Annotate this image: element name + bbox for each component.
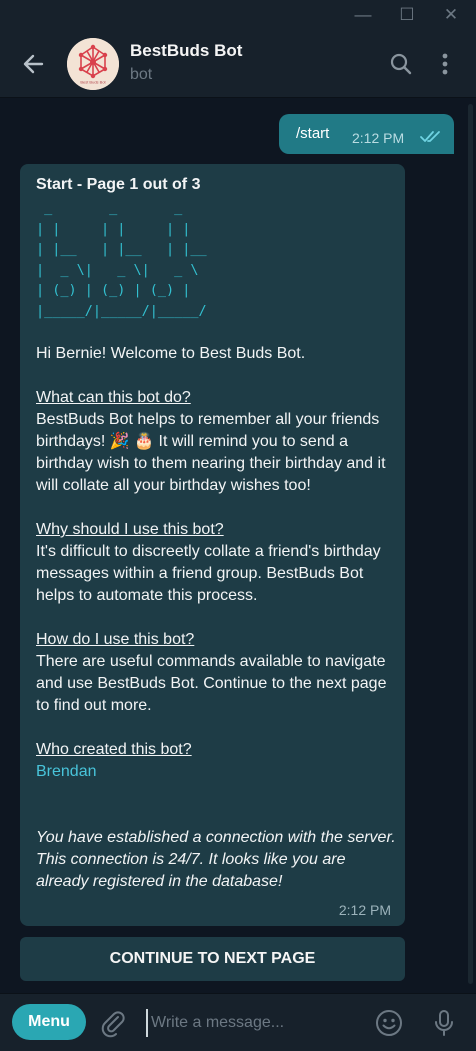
menu-button[interactable]: Menu bbox=[12, 1004, 86, 1040]
message-input-bar: Menu bbox=[0, 993, 476, 1051]
section-heading: How do I use this bot? bbox=[36, 631, 195, 648]
section-heading: Who created this bot? bbox=[36, 741, 192, 758]
outgoing-message[interactable]: /start 2:12 PM bbox=[279, 114, 454, 154]
microphone-icon[interactable] bbox=[429, 1008, 459, 1038]
ascii-art-logo: _ _ _ | | | | | | | |__ | |__ | |__ | _ … bbox=[36, 200, 207, 319]
svg-text:Best Buds Bot: Best Buds Bot bbox=[80, 80, 106, 85]
incoming-message-time: 2:12 PM bbox=[338, 902, 391, 918]
incoming-message[interactable]: Start - Page 1 out of 3 _ _ _ | | | | | … bbox=[20, 164, 405, 926]
window-titlebar: — ☐ ✕ bbox=[0, 0, 476, 31]
search-icon[interactable] bbox=[388, 51, 414, 77]
message-title: Start - Page 1 out of 3 bbox=[36, 176, 201, 193]
outgoing-message-time: 2:12 PM bbox=[352, 130, 405, 146]
double-check-icon bbox=[419, 129, 443, 143]
scrollbar[interactable] bbox=[468, 104, 473, 984]
section-text: BestBuds Bot helps to remember all your … bbox=[36, 411, 386, 494]
greeting-text: Hi Bernie! Welcome to Best Buds Bot. bbox=[36, 345, 306, 362]
bot-logo-icon: Best Buds Bot bbox=[67, 38, 119, 90]
incoming-message-body: Start - Page 1 out of 3 _ _ _ | | | | | … bbox=[36, 174, 396, 893]
back-arrow-icon[interactable] bbox=[18, 49, 50, 79]
close-icon[interactable]: ✕ bbox=[438, 4, 464, 26]
creator-link[interactable]: Brendan bbox=[36, 761, 396, 783]
section-heading: Why should I use this bot? bbox=[36, 521, 224, 538]
section-text: There are useful commands available to n… bbox=[36, 653, 387, 714]
section-text: It's difficult to discreetly collate a f… bbox=[36, 543, 381, 604]
minimize-icon[interactable]: — bbox=[350, 4, 376, 26]
message-input[interactable] bbox=[146, 1009, 353, 1037]
chat-area: /start 2:12 PM Start - Page 1 out of 3 _… bbox=[0, 98, 476, 992]
continue-next-page-button[interactable]: CONTINUE TO NEXT PAGE bbox=[20, 937, 405, 981]
chat-header: Best Buds Bot BestBuds Bot bot bbox=[0, 31, 476, 98]
more-vertical-icon[interactable] bbox=[432, 51, 458, 77]
avatar[interactable]: Best Buds Bot bbox=[67, 38, 119, 90]
outgoing-message-text: /start bbox=[296, 125, 330, 142]
chat-title[interactable]: BestBuds Bot bbox=[130, 41, 242, 61]
section-heading: What can this bot do? bbox=[36, 389, 191, 406]
maximize-icon[interactable]: ☐ bbox=[394, 4, 420, 26]
emoji-icon[interactable] bbox=[374, 1008, 404, 1038]
chat-status: bot bbox=[130, 66, 153, 83]
attach-icon[interactable] bbox=[98, 1008, 128, 1038]
connection-note: You have established a connection with t… bbox=[36, 829, 396, 890]
